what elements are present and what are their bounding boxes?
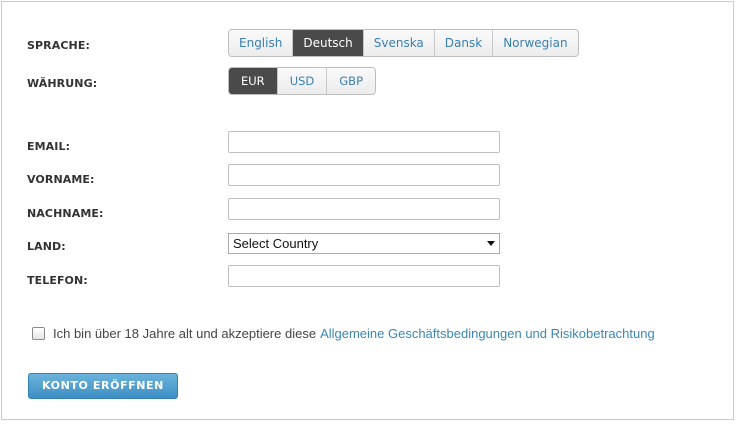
language-option-english[interactable]: English bbox=[229, 30, 293, 56]
terms-link[interactable]: Allgemeine Geschäftsbedingungen und Risi… bbox=[320, 326, 655, 341]
currency-option-gbp[interactable]: GBP bbox=[326, 68, 376, 94]
firstname-field[interactable] bbox=[228, 164, 500, 186]
email-label: EMAIL: bbox=[27, 140, 71, 153]
country-select[interactable]: Select Country bbox=[228, 233, 500, 254]
terms-text: Ich bin über 18 Jahre alt und akzeptiere… bbox=[53, 326, 317, 341]
registration-panel: SPRACHE: English Deutsch Svenska Dansk N… bbox=[1, 1, 734, 420]
language-option-deutsch[interactable]: Deutsch bbox=[292, 30, 363, 56]
currency-option-usd[interactable]: USD bbox=[276, 68, 327, 94]
open-account-button[interactable]: KONTO ERÖFFNEN bbox=[28, 373, 178, 399]
terms-agreement: Ich bin über 18 Jahre alt und akzeptiere… bbox=[32, 326, 655, 341]
currency-selector: EUR USD GBP bbox=[228, 67, 377, 95]
currency-option-eur[interactable]: EUR bbox=[229, 68, 277, 94]
country-label: LAND: bbox=[27, 240, 66, 253]
phone-field[interactable] bbox=[228, 265, 500, 287]
language-option-norwegian[interactable]: Norwegian bbox=[492, 30, 578, 56]
language-label: SPRACHE: bbox=[27, 39, 90, 52]
language-selector: English Deutsch Svenska Dansk Norwegian bbox=[228, 29, 579, 57]
language-option-dansk[interactable]: Dansk bbox=[433, 30, 493, 56]
firstname-label: VORNAME: bbox=[27, 173, 95, 186]
phone-label: TELEFON: bbox=[27, 274, 88, 287]
chevron-down-icon bbox=[487, 241, 495, 246]
country-select-value: Select Country bbox=[233, 236, 319, 251]
lastname-label: NACHNAME: bbox=[27, 207, 104, 220]
terms-checkbox[interactable] bbox=[32, 327, 45, 340]
lastname-field[interactable] bbox=[228, 198, 500, 220]
currency-label: WÄHRUNG: bbox=[27, 77, 98, 90]
email-field[interactable] bbox=[228, 131, 500, 153]
language-option-svenska[interactable]: Svenska bbox=[362, 30, 434, 56]
